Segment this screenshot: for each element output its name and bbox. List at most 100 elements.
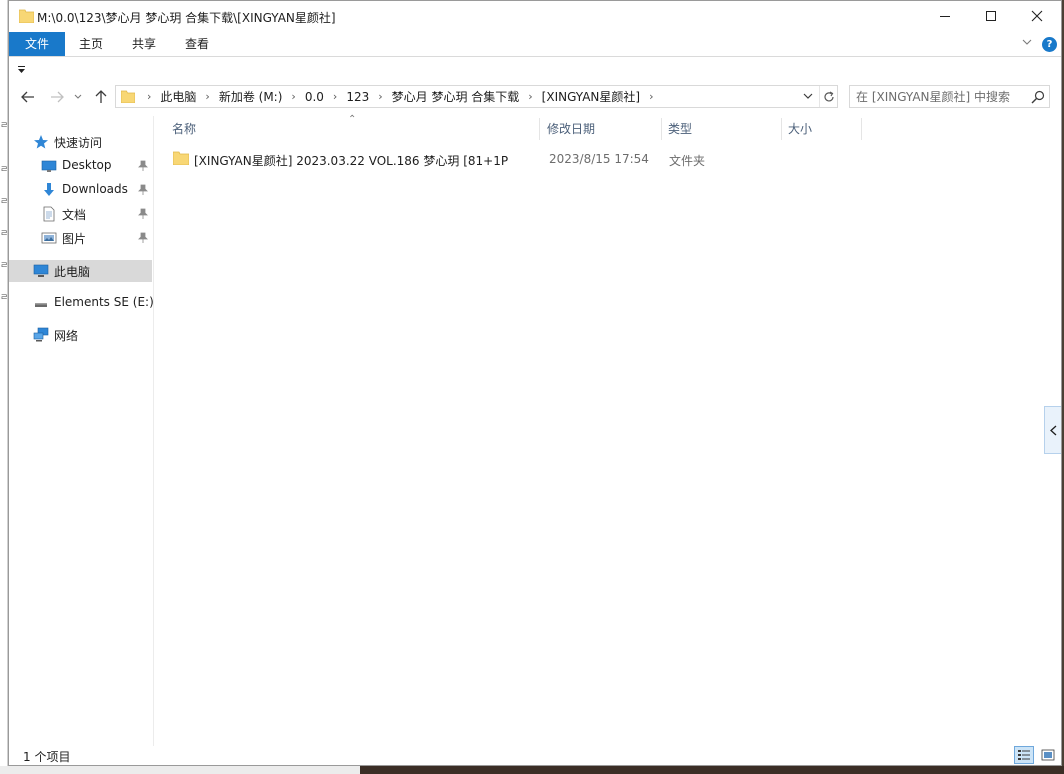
- chevron-down-icon: [74, 94, 82, 99]
- refresh-button[interactable]: [819, 86, 837, 107]
- navigation-bar: › 此电脑 › 新加卷 (M:) › 0.0 › 123 › 梦心月 梦心玥 合…: [9, 83, 1061, 111]
- tab-home[interactable]: 主页: [67, 32, 115, 56]
- pictures-icon: [41, 232, 57, 244]
- sidebar-item-label: Elements SE (E:): [54, 295, 154, 309]
- column-header-type[interactable]: 类型: [668, 116, 692, 140]
- breadcrumb-item[interactable]: 123: [346, 90, 369, 104]
- large-icons-view-icon: [1041, 749, 1055, 761]
- refresh-icon: [823, 90, 834, 101]
- breadcrumb-separator-icon[interactable]: ›: [282, 90, 304, 103]
- search-input[interactable]: [856, 89, 1024, 105]
- column-header-size[interactable]: 大小: [788, 116, 812, 140]
- chevron-left-icon: [1049, 425, 1056, 435]
- forward-button[interactable]: [47, 87, 67, 107]
- file-date-modified: 2023/8/15 17:54: [549, 152, 649, 166]
- sidebar-item-pictures[interactable]: 图片: [9, 227, 152, 249]
- sidebar-item-desktop[interactable]: Desktop: [9, 155, 152, 177]
- arrow-up-icon: [95, 90, 107, 103]
- expand-ribbon-button[interactable]: [1019, 36, 1035, 52]
- recent-locations-button[interactable]: [71, 87, 85, 107]
- folder-icon: [173, 151, 189, 165]
- back-button[interactable]: [18, 87, 38, 107]
- computer-icon: [33, 264, 49, 277]
- file-row[interactable]: [XINGYAN星颜社] 2023.03.22 VOL.186 梦心玥 [81+…: [165, 146, 865, 170]
- breadcrumb-item[interactable]: 梦心月 梦心玥 合集下载: [392, 88, 520, 105]
- sidebar-item-drive[interactable]: Elements SE (E:): [9, 292, 154, 314]
- pin-icon[interactable]: [138, 232, 148, 244]
- details-view-button[interactable]: [1014, 746, 1034, 764]
- breadcrumb-item[interactable]: 此电脑: [160, 88, 196, 105]
- column-divider[interactable]: [781, 118, 782, 140]
- breadcrumb-separator-icon[interactable]: ›: [324, 90, 346, 103]
- ribbon-tab-bar: 文件 主页 共享 查看 ?: [9, 32, 1061, 57]
- chevron-down-icon: [1022, 39, 1032, 45]
- breadcrumb-item[interactable]: 0.0: [305, 90, 324, 104]
- sidebar-item-network[interactable]: 网络: [9, 324, 152, 346]
- help-icon[interactable]: ?: [1042, 37, 1057, 52]
- column-header-name[interactable]: 名称: [172, 116, 196, 140]
- tab-file[interactable]: 文件: [9, 32, 65, 56]
- folder-icon: [121, 90, 135, 103]
- sort-ascending-icon: ⌃: [348, 114, 357, 125]
- folder-icon: [19, 9, 34, 23]
- maximize-button[interactable]: [968, 1, 1014, 31]
- column-divider[interactable]: [539, 118, 540, 140]
- chevron-down-icon: [803, 93, 813, 99]
- sidebar-item-this-pc[interactable]: 此电脑: [9, 260, 152, 282]
- file-explorer-window: M:\0.0\123\梦心月 梦心玥 合集下载\[XINGYAN星颜社] 文件 …: [8, 0, 1062, 766]
- desktop-background: [0, 766, 1064, 774]
- tab-share[interactable]: 共享: [121, 32, 167, 56]
- tab-view[interactable]: 查看: [173, 32, 221, 56]
- breadcrumb-separator-icon[interactable]: ›: [519, 90, 541, 103]
- drive-icon: [35, 303, 47, 307]
- large-icons-view-button[interactable]: [1038, 746, 1058, 764]
- breadcrumb-item[interactable]: [XINGYAN星颜社]: [542, 88, 640, 105]
- sidebar-item-label: 网络: [54, 329, 79, 343]
- arrow-left-icon: [21, 91, 34, 103]
- title-bar[interactable]: M:\0.0\123\梦心月 梦心玥 合集下载\[XINGYAN星颜社]: [9, 1, 1061, 31]
- search-box[interactable]: [849, 85, 1050, 108]
- search-icon[interactable]: [1031, 90, 1045, 104]
- navigation-pane: 快速访问 Desktop Downloads 文档 图片 此电脑 Element…: [9, 116, 154, 746]
- sidebar-item-downloads[interactable]: Downloads: [9, 179, 152, 201]
- file-name: [XINGYAN星颜社] 2023.03.22 VOL.186 梦心玥 [81+…: [194, 154, 509, 168]
- up-button[interactable]: [91, 87, 111, 107]
- address-history-button[interactable]: [799, 86, 817, 107]
- file-list: ⌃ 名称 修改日期 类型 大小 [XINGYAN星颜社] 2023.03.22 …: [155, 114, 1045, 746]
- pin-icon[interactable]: [138, 160, 148, 172]
- breadcrumb-separator-icon[interactable]: ›: [640, 90, 662, 103]
- breadcrumb: › 此电脑 › 新加卷 (M:) › 0.0 › 123 › 梦心月 梦心玥 合…: [138, 86, 662, 107]
- network-icon: [33, 327, 49, 342]
- preview-pane-toggle[interactable]: [1044, 406, 1061, 454]
- close-icon: [1031, 10, 1043, 22]
- quick-access-toolbar: [9, 58, 1061, 82]
- minimize-button[interactable]: [922, 1, 968, 31]
- breadcrumb-separator-icon[interactable]: ›: [196, 90, 218, 103]
- sidebar-item-label: 图片: [62, 232, 87, 246]
- item-count: 1 个项目: [23, 750, 71, 764]
- status-bar: 1 个项目: [9, 746, 1061, 765]
- breadcrumb-separator-icon[interactable]: ›: [138, 90, 160, 103]
- star-icon: [34, 135, 48, 149]
- breadcrumb-item[interactable]: 新加卷 (M:): [219, 88, 283, 105]
- window-title: M:\0.0\123\梦心月 梦心玥 合集下载\[XINGYAN星颜社]: [37, 11, 336, 25]
- pin-icon[interactable]: [138, 208, 148, 220]
- background-taskbar-edge: [0, 766, 360, 774]
- desktop-icon: [41, 160, 57, 172]
- close-button[interactable]: [1014, 1, 1060, 31]
- sidebar-item-label: Desktop: [62, 158, 112, 172]
- arrow-right-icon: [51, 91, 64, 103]
- column-header-date-modified[interactable]: 修改日期: [547, 116, 595, 140]
- breadcrumb-separator-icon[interactable]: ›: [369, 90, 391, 103]
- sidebar-item-quick-access[interactable]: 快速访问: [9, 131, 152, 153]
- column-divider[interactable]: [861, 118, 862, 140]
- pin-icon[interactable]: [138, 184, 148, 196]
- customize-toolbar-icon[interactable]: [17, 65, 26, 74]
- address-bar[interactable]: › 此电脑 › 新加卷 (M:) › 0.0 › 123 › 梦心月 梦心玥 合…: [115, 85, 838, 108]
- column-divider[interactable]: [661, 118, 662, 140]
- maximize-icon: [986, 11, 996, 21]
- sidebar-item-documents[interactable]: 文档: [9, 203, 152, 225]
- details-view-icon: [1018, 750, 1030, 760]
- minimize-icon: [940, 15, 950, 17]
- background-window-edge: ㄹ ㄹ ㄹ ㄹ ㄹ ㄹ: [0, 0, 8, 774]
